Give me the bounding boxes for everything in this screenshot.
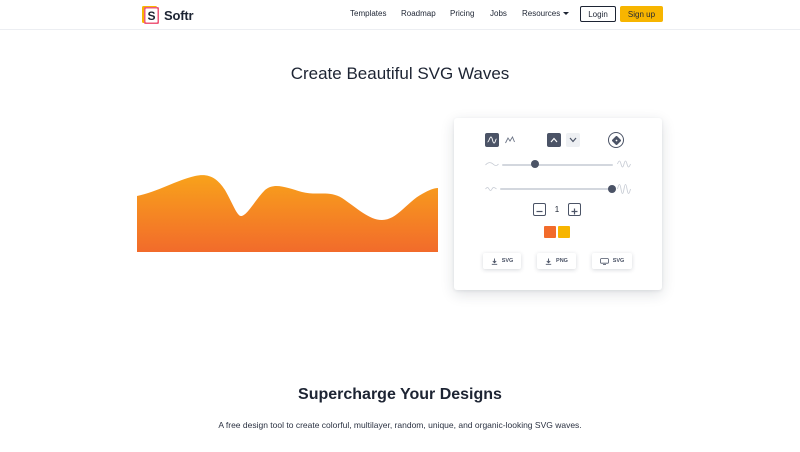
nav-resources-dropdown[interactable]: Resources (522, 9, 570, 18)
section-description: A free design tool to create colorful, m… (218, 420, 582, 430)
contrast-slider-track[interactable] (500, 188, 612, 190)
peak-wave-toggle[interactable] (503, 133, 517, 147)
color-swatch-primary[interactable] (544, 226, 556, 238)
brand-name: Softr (164, 7, 194, 23)
copy-svg-label: SVG (612, 258, 625, 264)
color-swatch-secondary[interactable] (558, 226, 570, 238)
copy-svg-code-button[interactable]: SVG (592, 253, 632, 269)
high-complexity-icon (617, 160, 631, 168)
svg-text:S: S (147, 9, 155, 23)
peak-wave-icon (505, 136, 515, 144)
wave-preview (137, 175, 438, 252)
smooth-wave-icon (487, 136, 497, 144)
download-png-label: PNG (556, 258, 568, 264)
download-svg-button[interactable]: SVG (483, 253, 521, 269)
nav-templates[interactable]: Templates (350, 9, 386, 18)
download-png-button[interactable]: PNG (537, 253, 576, 269)
layer-count: 1 (554, 205, 560, 214)
nav-roadmap[interactable]: Roadmap (401, 9, 436, 18)
low-contrast-icon (485, 187, 497, 191)
top-navbar: S Softr Templates Roadmap Pricing Jobs R… (0, 0, 800, 30)
randomize-button[interactable] (608, 132, 624, 148)
nav-pricing[interactable]: Pricing (450, 9, 474, 18)
nav-resources-label: Resources (522, 9, 561, 18)
smooth-wave-toggle[interactable] (485, 133, 499, 147)
page-title: Create Beautiful SVG Waves (290, 64, 510, 83)
chevron-up-icon (550, 137, 558, 143)
download-icon (491, 258, 497, 265)
plus-icon (571, 208, 578, 215)
softr-logo[interactable]: S Softr (142, 5, 194, 25)
code-icon (599, 257, 609, 265)
high-contrast-icon (617, 184, 631, 194)
download-svg-label: SVG (501, 258, 514, 264)
wave-shape (137, 175, 438, 252)
dice-icon (611, 135, 621, 145)
nav-jobs[interactable]: Jobs (490, 9, 507, 18)
remove-layer-button[interactable] (533, 203, 546, 216)
login-button[interactable]: Login (580, 6, 616, 22)
section-title: Supercharge Your Designs (298, 386, 502, 403)
add-layer-button[interactable] (568, 203, 581, 216)
direction-up-toggle[interactable] (547, 133, 561, 147)
minus-icon (536, 210, 543, 213)
low-complexity-icon (485, 162, 499, 166)
direction-down-toggle[interactable] (566, 133, 580, 147)
caret-down-icon (563, 12, 570, 15)
contrast-slider-thumb[interactable] (608, 185, 616, 193)
signup-button[interactable]: Sign up (620, 6, 663, 22)
softr-logo-icon: S (142, 6, 160, 24)
complexity-slider-track[interactable] (502, 164, 613, 166)
chevron-down-icon (569, 137, 577, 143)
download-icon (545, 258, 552, 265)
